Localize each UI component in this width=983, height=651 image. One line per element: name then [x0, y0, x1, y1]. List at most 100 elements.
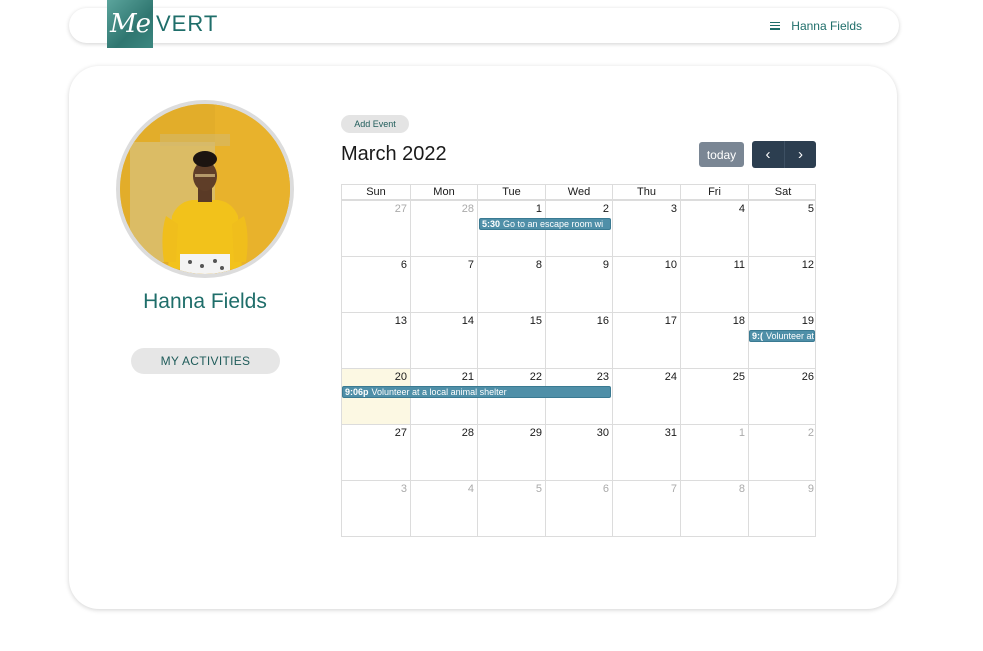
day-cell[interactable]: 7 — [612, 481, 680, 536]
day-cell[interactable]: 17 — [612, 313, 680, 368]
user-name-label: Hanna Fields — [791, 18, 862, 33]
day-cell[interactable]: 7 — [410, 257, 477, 312]
day-cell[interactable]: 25 — [680, 369, 748, 424]
day-cell[interactable]: 28 — [410, 201, 477, 256]
day-cell[interactable]: 3 — [342, 481, 410, 536]
day-number: 27 — [394, 427, 407, 439]
month-calendar: Sun Mon Tue Wed Thu Fri Sat 27 28 1 2 3 … — [341, 184, 816, 537]
day-cell[interactable]: 16 — [545, 313, 612, 368]
day-number: 14 — [461, 315, 474, 327]
day-number: 27 — [394, 203, 407, 215]
day-number: 8 — [738, 483, 745, 495]
day-cell[interactable]: 26 — [748, 369, 817, 424]
day-number: 22 — [529, 371, 542, 383]
day-cell[interactable]: 3 — [612, 201, 680, 256]
day-number: 9 — [807, 483, 814, 495]
day-cell[interactable]: 27 — [342, 425, 410, 480]
calendar-week: 27 28 29 30 31 1 2 — [342, 424, 815, 480]
calendar-body: 27 28 1 2 3 4 5 5:30 Go to an escape room… — [341, 199, 816, 537]
day-number: 2 — [807, 427, 814, 439]
prev-month-button[interactable]: ‹ — [752, 141, 784, 168]
day-number: 4 — [738, 203, 745, 215]
mevert-logo[interactable]: Me VERT — [107, 0, 218, 48]
day-cell[interactable]: 29 — [477, 425, 545, 480]
add-event-button[interactable]: Add Event — [341, 115, 409, 133]
day-number: 10 — [664, 259, 677, 271]
calendar-event[interactable]: 5:30 Go to an escape room wi — [479, 218, 611, 230]
day-number: 20 — [394, 371, 407, 383]
day-number: 3 — [670, 203, 677, 215]
day-number: 30 — [596, 427, 609, 439]
day-number: 16 — [596, 315, 609, 327]
day-number: 4 — [467, 483, 474, 495]
calendar-event[interactable]: 9:06p Volunteer at a local animal shelter — [342, 386, 611, 398]
day-cell[interactable]: 31 — [612, 425, 680, 480]
day-cell[interactable]: 5 — [477, 481, 545, 536]
day-cell[interactable]: 13 — [342, 313, 410, 368]
day-cell[interactable]: 11 — [680, 257, 748, 312]
day-number: 21 — [461, 371, 474, 383]
calendar-title: March 2022 — [341, 143, 447, 165]
calendar-week: 27 28 1 2 3 4 5 5:30 Go to an escape room… — [342, 200, 815, 256]
day-number: 24 — [664, 371, 677, 383]
day-cell[interactable]: 5 — [748, 201, 817, 256]
day-cell[interactable]: 9 — [545, 257, 612, 312]
day-number: 9 — [602, 259, 609, 271]
day-cell[interactable]: 9 — [748, 481, 817, 536]
month-nav: ‹ › — [752, 141, 816, 168]
day-number: 3 — [400, 483, 407, 495]
day-number: 1 — [738, 427, 745, 439]
logo-mark: Me — [107, 0, 153, 48]
hamburger-menu-icon[interactable] — [770, 21, 781, 30]
day-number: 5 — [807, 203, 814, 215]
today-button[interactable]: today — [699, 142, 744, 167]
day-cell[interactable]: 24 — [612, 369, 680, 424]
next-month-button[interactable]: › — [784, 141, 816, 168]
chevron-left-icon: ‹ — [765, 146, 771, 163]
weekday-label: Tue — [477, 185, 545, 199]
day-cell[interactable]: 18 — [680, 313, 748, 368]
day-cell[interactable]: 1 — [680, 425, 748, 480]
day-number: 28 — [461, 203, 474, 215]
calendar-week: 20 21 22 23 24 25 26 9:06p Volunteer at a… — [342, 368, 815, 424]
day-number: 6 — [602, 483, 609, 495]
user-menu[interactable]: Hanna Fields — [770, 8, 862, 43]
chevron-right-icon: › — [798, 146, 803, 163]
day-number: 28 — [461, 427, 474, 439]
day-cell[interactable]: 27 — [342, 201, 410, 256]
day-cell[interactable]: 30 — [545, 425, 612, 480]
day-cell[interactable]: 12 — [748, 257, 817, 312]
day-number: 15 — [529, 315, 542, 327]
day-cell[interactable]: 14 — [410, 313, 477, 368]
top-nav-bar: Me VERT Hanna Fields — [69, 0, 899, 48]
day-number: 25 — [732, 371, 745, 383]
day-number: 11 — [733, 259, 745, 271]
day-cell[interactable]: 4 — [680, 201, 748, 256]
day-cell[interactable]: 8 — [477, 257, 545, 312]
day-cell[interactable]: 15 — [477, 313, 545, 368]
day-cell[interactable]: 8 — [680, 481, 748, 536]
day-number: 2 — [602, 203, 609, 215]
day-number: 26 — [801, 371, 814, 383]
day-cell[interactable]: 4 — [410, 481, 477, 536]
day-number: 19 — [801, 315, 814, 327]
weekday-label: Wed — [545, 185, 612, 199]
calendar-week: 6 7 8 9 10 11 12 — [342, 256, 815, 312]
weekday-label: Fri — [680, 185, 748, 199]
weekday-header: Sun Mon Tue Wed Thu Fri Sat — [341, 184, 816, 199]
day-cell[interactable]: 6 — [545, 481, 612, 536]
day-cell[interactable]: 28 — [410, 425, 477, 480]
day-number: 8 — [535, 259, 542, 271]
day-number: 7 — [467, 259, 474, 271]
day-cell[interactable]: 6 — [342, 257, 410, 312]
day-number: 1 — [535, 203, 542, 215]
calendar-event[interactable]: 9:(Volunteer at — [749, 330, 815, 342]
event-time: 9:06p — [345, 387, 369, 397]
day-cell[interactable]: 2 — [748, 425, 817, 480]
calendar-week: 3 4 5 6 7 8 9 — [342, 480, 815, 536]
weekday-label: Sun — [366, 186, 386, 198]
day-cell[interactable]: 10 — [612, 257, 680, 312]
weekday-label: Thu — [612, 185, 680, 199]
my-activities-button[interactable]: MY ACTIVITIES — [131, 348, 280, 374]
weekday-label: Sat — [748, 185, 817, 199]
